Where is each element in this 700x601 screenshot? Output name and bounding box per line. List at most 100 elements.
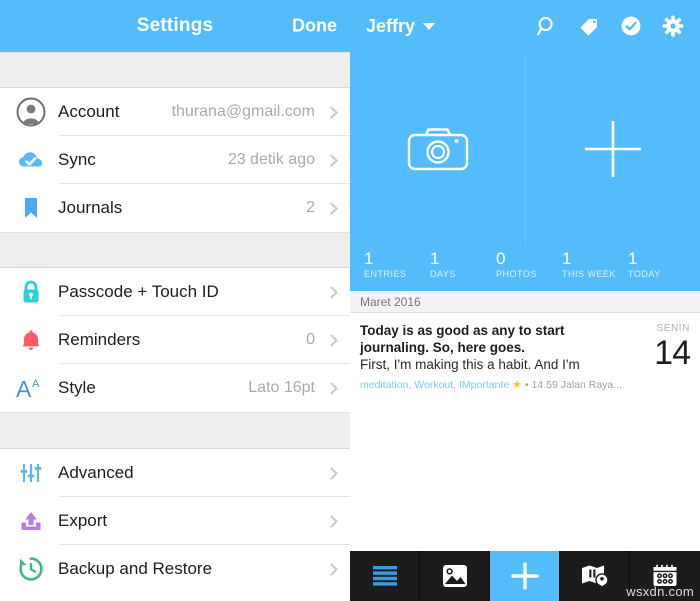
section-spacer [0, 52, 350, 88]
photo-icon [442, 565, 467, 587]
settings-row-label: Export [58, 511, 108, 530]
toolbar-photos-button[interactable] [420, 551, 490, 601]
tag-icon[interactable] [576, 13, 602, 39]
entry-day-number: 14 [654, 334, 691, 372]
settings-row-backup[interactable]: Backup and Restore [0, 545, 350, 593]
chevron-right-icon [325, 105, 338, 119]
stat-value: 0 [496, 249, 506, 268]
chevron-down-icon[interactable] [423, 22, 436, 30]
cloud-check-icon [14, 143, 48, 177]
settings-row-label: Passcode + Touch ID [58, 282, 219, 301]
check-circle-icon[interactable] [618, 13, 644, 39]
person-circle-icon [14, 95, 48, 129]
settings-row-journals[interactable]: Journals 2 [0, 184, 350, 232]
settings-row-label: Advanced [58, 463, 134, 482]
font-style-icon: A A [14, 371, 48, 405]
settings-group-security: Passcode + Touch ID Reminders 0 A A Styl… [0, 268, 350, 412]
settings-row-label: Reminders [58, 330, 141, 349]
settings-header: Settings Done [0, 0, 350, 52]
chevron-right-icon [325, 333, 338, 347]
stat-value: 1 [430, 249, 440, 268]
stat-days: 1 DAYS [426, 249, 492, 281]
plus-icon [510, 562, 539, 590]
star-icon: ★ [512, 379, 523, 391]
settings-row-value: 2 [306, 199, 315, 216]
new-entry-large-button[interactable] [525, 52, 700, 245]
settings-row-label: Backup and Restore [58, 559, 213, 578]
entry-list-item[interactable]: Today is as good as any to start journal… [350, 313, 700, 400]
settings-row-value: Lato 16pt [248, 379, 315, 396]
settings-group-account: Account thurana@gmail.com Sync 23 detik … [0, 88, 350, 232]
stat-label: TODAY [628, 269, 661, 279]
export-upload-icon [14, 504, 48, 538]
backup-clock-icon [14, 552, 48, 586]
journal-header: Jeffry [350, 0, 700, 52]
camera-icon [407, 127, 468, 170]
calendar-icon [653, 564, 677, 586]
section-spacer [0, 232, 350, 268]
lock-icon [14, 275, 48, 309]
chevron-right-icon [325, 285, 338, 299]
bell-icon [14, 323, 48, 357]
add-photo-button[interactable] [350, 52, 525, 245]
bookmark-icon [14, 191, 48, 225]
chevron-right-icon [325, 381, 338, 395]
entry-line-2: journaling. So, here goes. [360, 340, 526, 355]
settings-row-export[interactable]: Export [0, 497, 350, 545]
entry-list-empty-area [350, 397, 700, 551]
svg-text:A: A [32, 378, 40, 390]
stat-value: 1 [628, 249, 638, 268]
section-spacer [0, 412, 350, 449]
journal-name[interactable]: Jeffry [366, 16, 415, 37]
stat-entries: 1 ENTRIES [360, 249, 426, 281]
stat-today: 1 TODAY [624, 249, 690, 281]
chevron-right-icon [325, 201, 338, 215]
settings-row-reminders[interactable]: Reminders 0 [0, 316, 350, 364]
settings-row-label: Journals [58, 198, 123, 217]
settings-group-tools: Advanced Export Backup and Restore [0, 449, 350, 593]
journal-stats-bar: 1 ENTRIES 1 DAYS 0 PHOTOS 1 THIS WEEK 1 … [350, 245, 700, 291]
search-icon[interactable] [534, 13, 560, 39]
entry-tags: meditation, Workout, IMportante [360, 379, 510, 391]
settings-row-style[interactable]: A A Style Lato 16pt [0, 364, 350, 412]
settings-row-passcode[interactable]: Passcode + Touch ID [0, 268, 350, 316]
toolbar-calendar-button[interactable] [630, 551, 700, 601]
chevron-right-icon [325, 562, 338, 576]
bottom-toolbar [350, 551, 700, 601]
entry-line-3: First, I'm making this a habit. And I'm [360, 357, 580, 372]
list-lines-icon [372, 566, 397, 586]
chevron-right-icon [325, 466, 338, 480]
chevron-right-icon [325, 514, 338, 528]
entry-line-1: Today is as good as any to start [360, 323, 565, 338]
stat-label: PHOTOS [496, 269, 537, 279]
stat-label: ENTRIES [364, 269, 407, 279]
done-button[interactable]: Done [292, 16, 337, 37]
stat-value: 1 [364, 249, 374, 268]
settings-panel: Settings Done Account thurana@gmail.com [0, 0, 350, 601]
settings-row-account[interactable]: Account thurana@gmail.com [0, 88, 350, 136]
cover-divider [525, 52, 526, 245]
settings-row-value: 23 detik ago [227, 151, 315, 168]
app-root: Settings Done Account thurana@gmail.com [0, 0, 700, 601]
stat-label: THIS WEEK [562, 269, 617, 279]
entry-time-location: • 14.59 Jalan Raya... [524, 379, 623, 391]
settings-row-value: thurana@gmail.com [171, 103, 315, 120]
stat-photos: 0 PHOTOS [492, 249, 558, 281]
entry-text-column: Today is as good as any to start journal… [360, 322, 632, 391]
toolbar-entries-button[interactable] [350, 551, 420, 601]
map-pin-icon [581, 565, 609, 587]
settings-row-sync[interactable]: Sync 23 detik ago [0, 136, 350, 184]
gear-icon[interactable] [660, 13, 686, 39]
toolbar-new-entry-button[interactable] [490, 551, 560, 601]
plus-icon [584, 120, 641, 177]
month-label: Maret 2016 [360, 294, 421, 309]
settings-row-advanced[interactable]: Advanced [0, 449, 350, 497]
entry-date-column: SENIN 14 [632, 322, 691, 391]
svg-text:A: A [16, 376, 32, 402]
page-title: Settings [136, 15, 214, 36]
stat-value: 1 [562, 249, 572, 268]
toolbar-map-button[interactable] [560, 551, 630, 601]
journal-cover-area [350, 52, 700, 245]
settings-row-label: Sync [58, 150, 96, 169]
stat-this-week: 1 THIS WEEK [558, 249, 624, 281]
